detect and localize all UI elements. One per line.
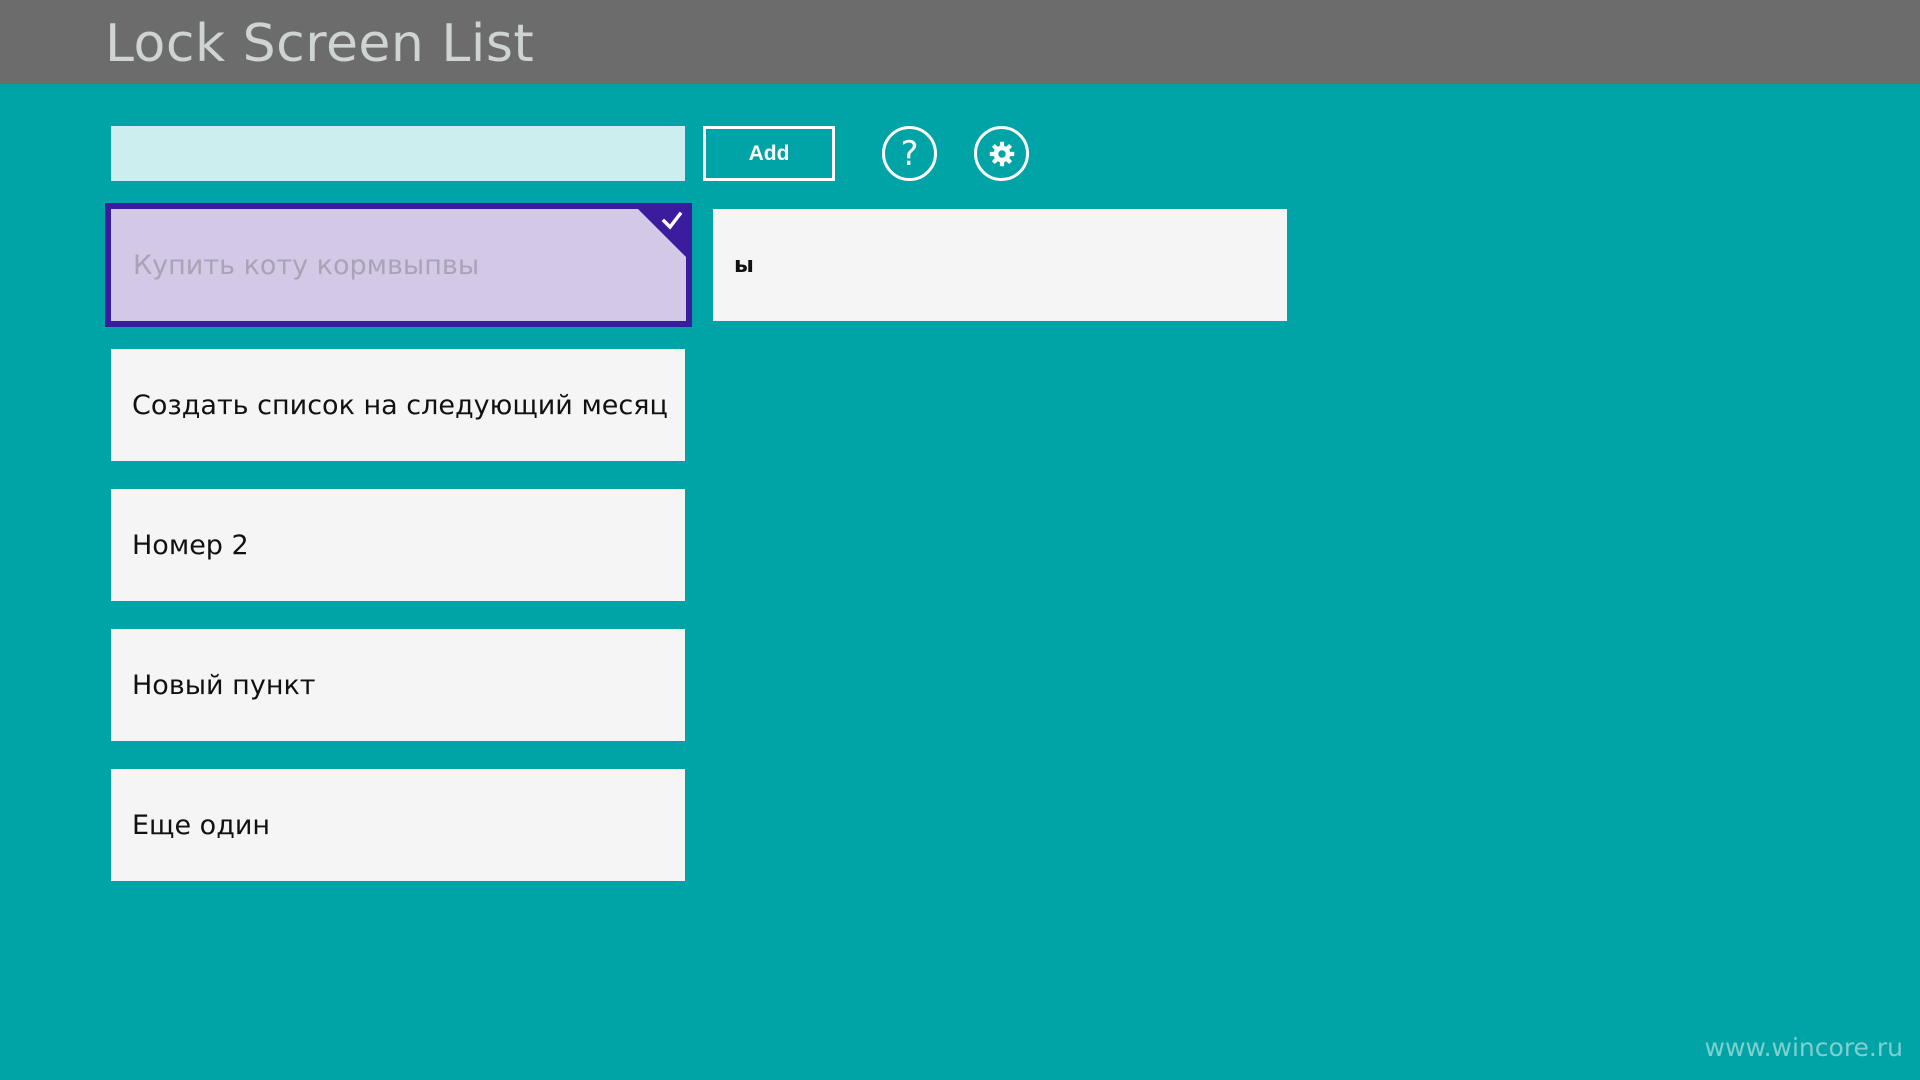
list-item[interactable]: Еще один xyxy=(111,769,685,881)
list-item-selected[interactable]: Купить коту кормвыпвы xyxy=(105,203,692,327)
list-item[interactable]: Создать список на следующий месяц xyxy=(111,349,685,461)
list-item-label: Новый пункт xyxy=(132,669,316,701)
settings-button[interactable] xyxy=(974,126,1029,181)
add-button[interactable]: Add xyxy=(703,126,835,181)
app-window: Lock Screen List Add ? Купить коту кормв… xyxy=(0,0,1920,1080)
help-button[interactable]: ? xyxy=(882,126,937,181)
list-item-label: Еще один xyxy=(132,809,271,841)
new-item-input[interactable] xyxy=(111,126,685,181)
title-bar: Lock Screen List xyxy=(0,0,1920,84)
list-item-label: Номер 2 xyxy=(132,529,249,561)
app-title: Lock Screen List xyxy=(105,14,535,74)
list-item[interactable]: Новый пункт xyxy=(111,629,685,741)
watermark: www.wincore.ru xyxy=(1704,1033,1903,1062)
list-item-label: Создать список на следующий месяц xyxy=(132,389,668,421)
item-detail-panel[interactable]: ы xyxy=(713,209,1287,321)
list-item-label: Купить коту кормвыпвы xyxy=(133,249,480,281)
gear-icon xyxy=(989,141,1014,166)
checkmark-icon xyxy=(661,211,683,230)
list-item[interactable]: Номер 2 xyxy=(111,489,685,601)
question-mark-icon: ? xyxy=(900,133,919,174)
item-detail-text: ы xyxy=(734,252,754,278)
